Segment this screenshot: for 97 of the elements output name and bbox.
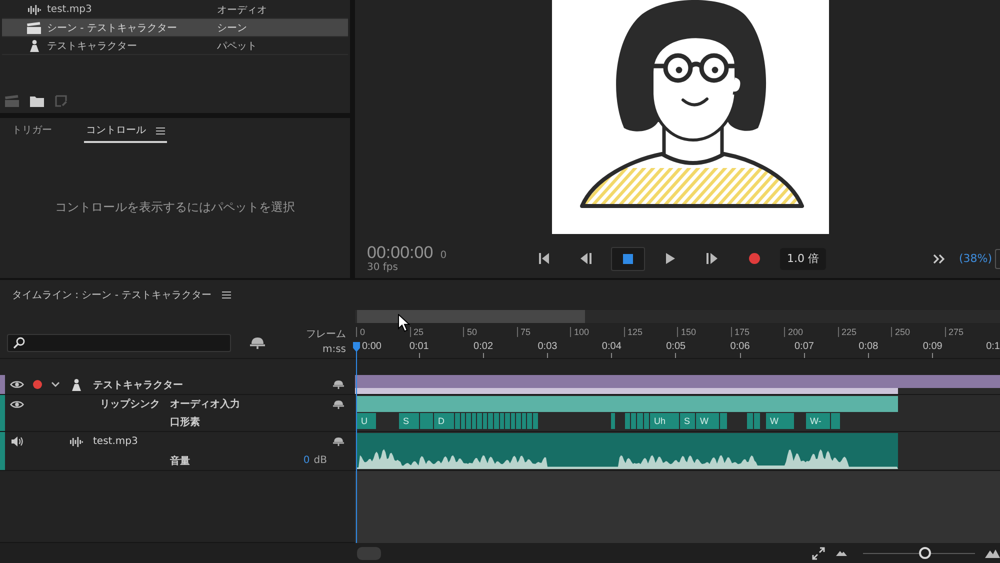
viseme-clip <box>420 413 433 429</box>
play-icon[interactable] <box>666 253 674 264</box>
record-toggle-icon[interactable] <box>32 380 42 389</box>
parameter-value[interactable]: 0 <box>303 455 310 466</box>
figure-icon <box>72 378 80 390</box>
item-name: シーン - テストキャラクター <box>47 22 178 34</box>
panel-title: タイムライン : シーン - テストキャラクター <box>12 289 212 302</box>
time-label: 0:09 <box>922 341 942 352</box>
viseme-clip <box>720 413 727 429</box>
time-label: 0:06 <box>730 341 750 352</box>
frame-number: 225 <box>842 327 857 337</box>
dome-icon[interactable] <box>333 400 344 408</box>
step-forward-icon[interactable] <box>706 253 718 264</box>
frame-counter: 0 <box>440 250 447 262</box>
record-icon[interactable] <box>748 253 760 264</box>
playback-speed-button[interactable]: 1.0 倍 <box>780 248 826 270</box>
frame-number: 125 <box>628 327 643 337</box>
frame-number: 75 <box>520 327 531 337</box>
viseme-clip <box>831 413 840 429</box>
track-name: テストキャラクター <box>92 378 183 392</box>
unit-label: dB <box>314 455 327 466</box>
viseme-clip: S <box>399 413 419 429</box>
waveform-icon <box>70 436 82 446</box>
search-field[interactable] <box>7 334 231 352</box>
viseme-clip: U <box>357 413 376 429</box>
ruler-unit-label: m:ss <box>322 344 346 355</box>
mountain-icon[interactable] <box>836 550 847 556</box>
frame-number: 200 <box>788 327 804 337</box>
clapperboard-icon <box>27 22 41 34</box>
time-label: 0:00 <box>362 341 382 352</box>
search-icon <box>13 337 25 349</box>
menu-icon[interactable] <box>222 291 231 299</box>
track-name: リップシンク <box>100 397 161 411</box>
expand-icon[interactable] <box>812 546 825 560</box>
time-label: 0:08 <box>858 341 878 352</box>
speaker-icon[interactable] <box>10 436 24 447</box>
viseme-clip: Uh <box>650 413 679 429</box>
mouse-cursor-icon <box>398 314 410 332</box>
ruler-unit-label: フレーム <box>306 328 346 341</box>
item-name: テストキャラクター <box>47 40 138 52</box>
viseme-clip: W <box>696 413 719 429</box>
scroll-thumb[interactable] <box>357 546 381 560</box>
parameter-name: 口形素 <box>170 416 200 429</box>
item-type: シーン <box>217 22 247 34</box>
dome-icon[interactable] <box>333 380 344 389</box>
timecode: 00:00:00 <box>367 244 434 260</box>
item-type: オーディオ <box>217 4 267 16</box>
frame-number: 150 <box>681 327 696 337</box>
frame-number: 275 <box>948 327 964 337</box>
frame-number: 0 <box>360 327 366 337</box>
item-type: パペット <box>217 40 257 52</box>
folder-icon[interactable] <box>30 96 44 106</box>
figure-icon <box>30 40 38 52</box>
navigator-thumb[interactable] <box>357 310 585 323</box>
double-chevron-icon[interactable] <box>932 254 945 264</box>
mountain-icon[interactable] <box>985 548 1000 558</box>
eye-icon[interactable] <box>10 380 24 389</box>
menu-icon[interactable] <box>156 126 165 134</box>
viseme-clip: W- <box>806 413 830 429</box>
frame-number: 50 <box>467 327 478 337</box>
stop-icon <box>623 254 633 264</box>
track-name: test.mp3 <box>92 436 138 447</box>
parameter-name: 音量 <box>170 454 190 468</box>
skip-to-start-icon[interactable] <box>539 253 549 264</box>
step-back-icon[interactable] <box>580 253 592 264</box>
viseme-clip: W <box>766 413 794 429</box>
chevron-icon[interactable] <box>50 380 60 389</box>
time-label: 0:1 <box>986 341 1000 352</box>
parameter-name: オーディオ入力 <box>170 398 240 411</box>
viseme-clip <box>611 413 615 429</box>
frame-number: 175 <box>734 327 750 337</box>
time-label: 0:03 <box>538 341 558 352</box>
dome-icon[interactable] <box>250 337 265 349</box>
time-label: 0:04 <box>602 341 622 352</box>
frame-number: 250 <box>895 327 910 337</box>
frame-number: 25 <box>414 327 424 337</box>
waveform-icon <box>28 4 40 14</box>
slider-thumb[interactable] <box>918 547 931 559</box>
dome-icon[interactable] <box>333 437 344 446</box>
eye-icon[interactable] <box>10 400 24 408</box>
frame-number: 100 <box>574 327 590 337</box>
time-label: 0:01 <box>409 341 429 352</box>
time-label: 0:07 <box>794 341 814 352</box>
panel-tab[interactable]: トリガー <box>10 124 54 143</box>
time-label: 0:05 <box>666 341 686 352</box>
viseme-clip: S <box>680 413 695 429</box>
time-label: 0:02 <box>474 341 494 352</box>
item-name: test.mp3 <box>47 4 93 15</box>
playhead[interactable] <box>352 342 361 543</box>
project-item[interactable]: シーン - テストキャラクター シーン <box>2 19 348 37</box>
stop-button[interactable] <box>611 246 645 270</box>
panel-tab[interactable]: コントロール <box>84 124 167 143</box>
zoom-level[interactable]: (38%) <box>958 252 992 265</box>
empty-state-message: コントロールを表示するにはパペットを選択 <box>55 199 295 216</box>
frame-rate: 30 fps <box>367 262 398 274</box>
viseme-clip: D <box>434 413 454 429</box>
project-item[interactable]: テストキャラクター パペット <box>2 37 348 55</box>
